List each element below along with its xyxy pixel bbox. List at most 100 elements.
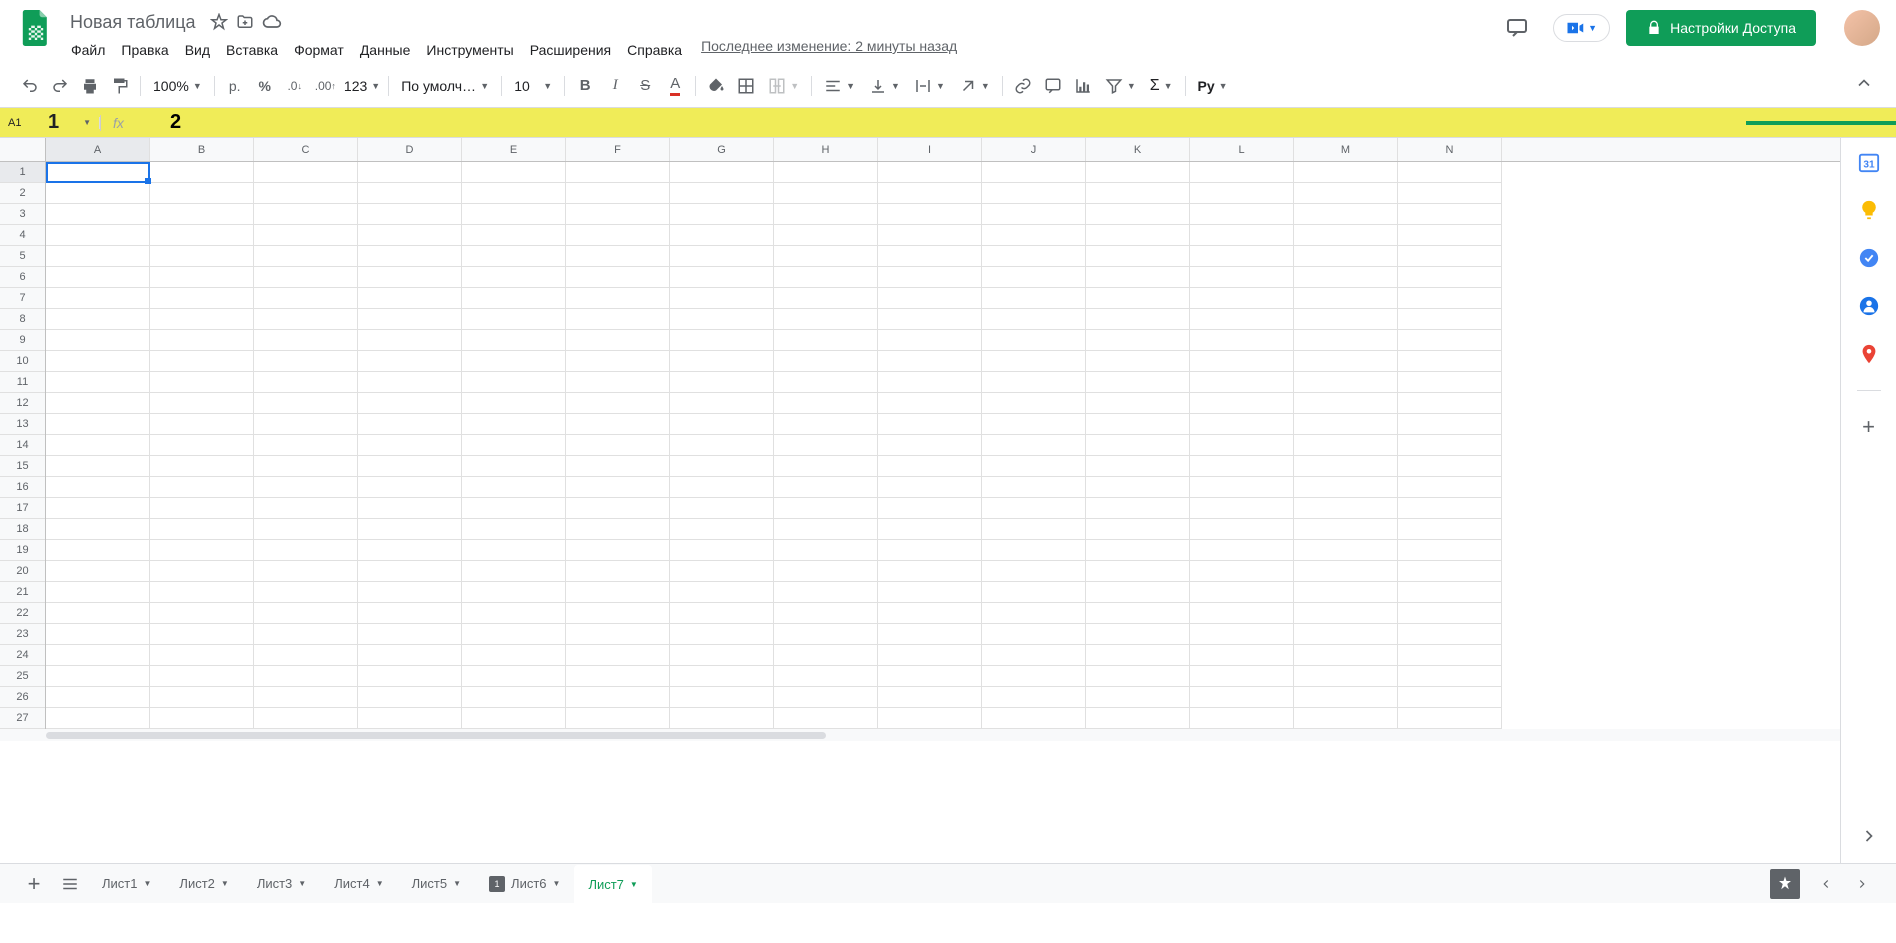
cell[interactable]: [358, 540, 462, 561]
cell[interactable]: [1398, 288, 1502, 309]
add-sheet-button[interactable]: +: [16, 866, 52, 902]
row-header-27[interactable]: 27: [0, 708, 45, 729]
cell[interactable]: [462, 582, 566, 603]
cell[interactable]: [358, 267, 462, 288]
cell[interactable]: [46, 246, 150, 267]
cell[interactable]: [670, 666, 774, 687]
cell[interactable]: [878, 393, 982, 414]
cell[interactable]: [1190, 351, 1294, 372]
cell[interactable]: [150, 477, 254, 498]
cell[interactable]: [1294, 288, 1398, 309]
cell[interactable]: [254, 666, 358, 687]
cell[interactable]: [1398, 645, 1502, 666]
cell[interactable]: [1190, 288, 1294, 309]
input-tools-dropdown[interactable]: Ру▼: [1192, 71, 1234, 101]
cell[interactable]: [462, 372, 566, 393]
cell[interactable]: [878, 519, 982, 540]
doc-title[interactable]: Новая таблица: [64, 10, 202, 35]
cloud-status-icon[interactable]: [262, 12, 282, 32]
cell[interactable]: [670, 540, 774, 561]
cell[interactable]: [46, 267, 150, 288]
cell[interactable]: [254, 561, 358, 582]
cell[interactable]: [46, 309, 150, 330]
cell[interactable]: [462, 351, 566, 372]
cell[interactable]: [1294, 687, 1398, 708]
cell[interactable]: [982, 645, 1086, 666]
italic-button[interactable]: I: [601, 71, 629, 101]
cell[interactable]: [774, 540, 878, 561]
meet-button[interactable]: ▼: [1553, 14, 1610, 42]
cell[interactable]: [1398, 309, 1502, 330]
cell[interactable]: [982, 225, 1086, 246]
cell[interactable]: [150, 204, 254, 225]
comments-button[interactable]: [1497, 8, 1537, 48]
cell[interactable]: [1294, 645, 1398, 666]
cell[interactable]: [1086, 309, 1190, 330]
cell[interactable]: [254, 225, 358, 246]
cell[interactable]: [254, 309, 358, 330]
select-all-corner[interactable]: [0, 138, 46, 161]
cell[interactable]: [1086, 183, 1190, 204]
font-size-dropdown[interactable]: 10▼: [508, 71, 558, 101]
cell[interactable]: [670, 372, 774, 393]
undo-button[interactable]: [16, 71, 44, 101]
cell[interactable]: [150, 309, 254, 330]
menu-format[interactable]: Формат: [287, 38, 351, 62]
sheet-nav-left[interactable]: [1808, 866, 1844, 902]
cell[interactable]: [1190, 330, 1294, 351]
cell[interactable]: [878, 603, 982, 624]
cell[interactable]: [670, 351, 774, 372]
cell[interactable]: [774, 204, 878, 225]
cell[interactable]: [774, 666, 878, 687]
cell[interactable]: [1398, 351, 1502, 372]
cell[interactable]: [982, 288, 1086, 309]
cell[interactable]: [566, 708, 670, 729]
cell[interactable]: [46, 372, 150, 393]
star-icon[interactable]: [210, 13, 228, 31]
cell[interactable]: [774, 267, 878, 288]
cell[interactable]: [878, 330, 982, 351]
link-button[interactable]: [1009, 71, 1037, 101]
cell[interactable]: [1398, 498, 1502, 519]
menu-data[interactable]: Данные: [353, 38, 418, 62]
cell[interactable]: [1086, 393, 1190, 414]
sheet-tab-3[interactable]: Лист3▼: [243, 865, 320, 903]
cell[interactable]: [254, 393, 358, 414]
cell[interactable]: [1086, 435, 1190, 456]
cell[interactable]: [46, 645, 150, 666]
cell[interactable]: [462, 162, 566, 183]
cell[interactable]: [1086, 267, 1190, 288]
cell[interactable]: [46, 393, 150, 414]
cell[interactable]: [1086, 351, 1190, 372]
row-header-13[interactable]: 13: [0, 414, 45, 435]
cell[interactable]: [46, 456, 150, 477]
cell[interactable]: [150, 288, 254, 309]
expand-panel-button[interactable]: [1859, 826, 1879, 851]
cell[interactable]: [1294, 183, 1398, 204]
zoom-dropdown[interactable]: 100%▼: [147, 71, 208, 101]
move-folder-icon[interactable]: [236, 13, 254, 31]
row-header-25[interactable]: 25: [0, 666, 45, 687]
cell[interactable]: [982, 624, 1086, 645]
sheet-nav-right[interactable]: [1844, 866, 1880, 902]
cell[interactable]: [1086, 687, 1190, 708]
cell[interactable]: [566, 393, 670, 414]
cell[interactable]: [150, 519, 254, 540]
cell[interactable]: [774, 603, 878, 624]
cell[interactable]: [1086, 246, 1190, 267]
text-color-button[interactable]: A: [661, 71, 689, 101]
cell[interactable]: [150, 540, 254, 561]
cell[interactable]: [670, 645, 774, 666]
filter-dropdown[interactable]: ▼: [1099, 71, 1142, 101]
cell[interactable]: [254, 351, 358, 372]
cell[interactable]: [1294, 393, 1398, 414]
cell[interactable]: [254, 603, 358, 624]
cell[interactable]: [462, 456, 566, 477]
cell[interactable]: [46, 414, 150, 435]
cell[interactable]: [1190, 435, 1294, 456]
cell[interactable]: [774, 519, 878, 540]
cell[interactable]: [46, 288, 150, 309]
cell[interactable]: [982, 183, 1086, 204]
comment-button[interactable]: [1039, 71, 1067, 101]
cell[interactable]: [566, 162, 670, 183]
